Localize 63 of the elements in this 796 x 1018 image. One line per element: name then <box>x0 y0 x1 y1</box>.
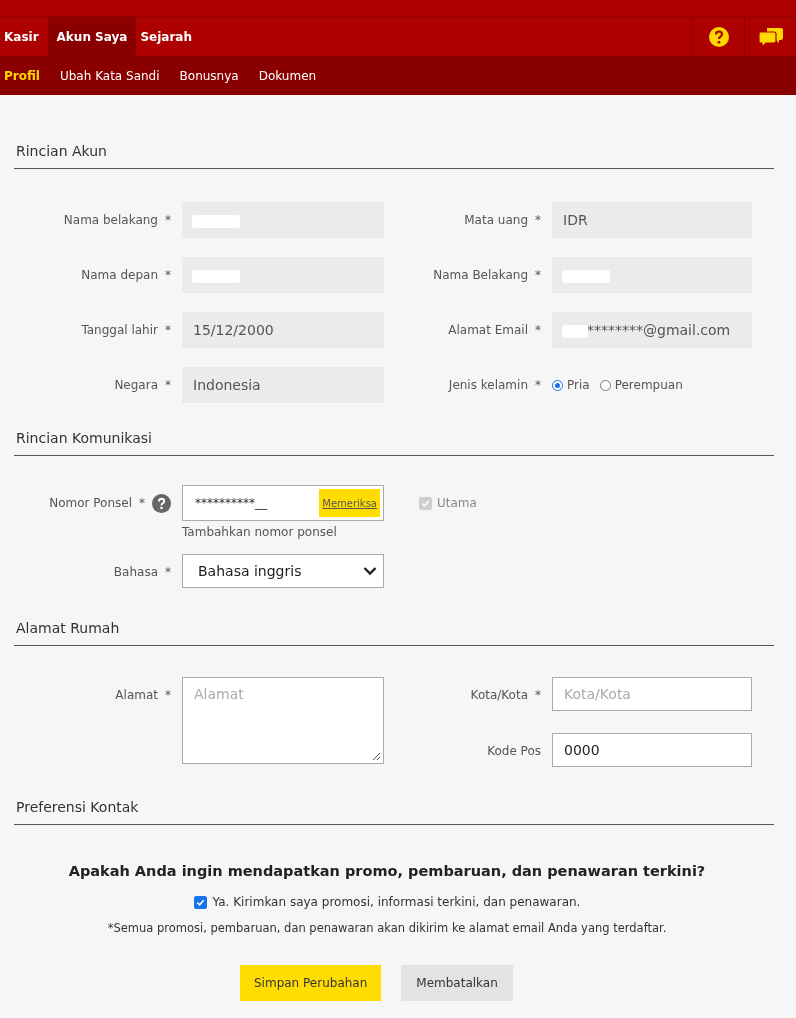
postcode-field[interactable]: 0000 <box>552 733 752 767</box>
section-title: Rincian Komunikasi <box>14 430 774 456</box>
sub-tab[interactable]: Dokumen <box>258 68 317 83</box>
required-mark: * <box>165 323 171 337</box>
help-icon[interactable] <box>152 493 171 513</box>
chevron-down-icon <box>363 566 377 576</box>
radio-label: Pria <box>567 378 590 392</box>
required-mark: * <box>139 496 145 510</box>
sub-tab[interactable]: Bonusnya <box>179 68 239 83</box>
chat-icon <box>757 25 784 48</box>
nav-tab[interactable]: Sejarah <box>136 17 201 56</box>
required-mark: * <box>165 268 171 282</box>
resize-handle-icon <box>372 752 381 761</box>
consent-checkbox[interactable] <box>193 895 207 909</box>
consent-note: *Semua promosi, pembaruan, dan penawaran akan dikirim ke alamat email Anda yang terdaftar. <box>106 921 668 935</box>
field-label: Nama depan <box>81 268 158 282</box>
radio-button[interactable] <box>552 379 563 391</box>
nav-tab[interactable]: Kasir <box>0 17 48 56</box>
sub-tab[interactable]: Ubah Kata Sandi <box>59 68 160 83</box>
field-label: Kota/Kota <box>470 688 528 702</box>
field-label: Mata uang <box>464 213 528 227</box>
help-icon <box>707 25 730 48</box>
required-mark: * <box>165 565 171 579</box>
readonly-field[interactable]: ********@gmail.com <box>552 312 752 348</box>
required-mark: * <box>165 378 171 392</box>
field-label: Nama Belakang <box>433 268 528 282</box>
language-select[interactable]: Bahasa inggris <box>182 554 384 588</box>
section-title: Rincian Akun <box>14 143 774 169</box>
radio-label: Perempuan <box>614 378 683 392</box>
required-mark: * <box>535 268 541 282</box>
readonly-field[interactable]: IDR <box>552 202 752 238</box>
required-mark: * <box>535 688 541 702</box>
cancel-button[interactable]: Membatalkan <box>401 965 513 1001</box>
readonly-field[interactable]: 15/12/2000 <box>182 312 384 348</box>
required-mark: * <box>535 323 541 337</box>
field-label: Nama belakang <box>63 213 158 227</box>
verify-link[interactable]: Memeriksa <box>319 489 380 517</box>
field-label: Alamat Email <box>448 323 528 337</box>
field-label: Nomor Ponsel <box>49 496 132 510</box>
nav-tab[interactable]: Akun Saya <box>47 17 137 56</box>
field-label: Bahasa <box>113 565 158 579</box>
required-mark: * <box>165 688 171 702</box>
save-button[interactable]: Simpan Perubahan <box>240 965 382 1001</box>
section-title: Preferensi Kontak <box>14 799 774 825</box>
field-label: Jenis kelamin <box>448 378 528 392</box>
required-mark: * <box>165 213 171 227</box>
phone-field[interactable]: **********__ Memeriksa <box>182 485 384 521</box>
check-icon <box>421 498 430 508</box>
required-mark: * <box>535 213 541 227</box>
field-label: Tanggal lahir <box>81 323 158 337</box>
checkbox-label: Utama <box>437 496 477 510</box>
field-hint: Tambahkan nomor ponsel <box>182 525 338 539</box>
promo-question: Apakah Anda ingin mendapatkan promo, pembaruan, dan penawaran terkini? <box>67 863 707 879</box>
sub-tab[interactable]: Profil <box>4 68 40 83</box>
field-label: Negara <box>114 378 158 392</box>
section-title: Alamat Rumah <box>14 620 774 646</box>
check-icon <box>195 897 205 907</box>
required-mark: * <box>535 378 541 392</box>
consent-label: Ya. Kirimkan saya promosi, informasi terkini, dan penawaran. <box>212 895 581 909</box>
readonly-field[interactable]: Indonesia <box>182 367 384 403</box>
field-label: Kode Pos <box>487 744 541 758</box>
field-label: Alamat <box>115 688 158 702</box>
radio-button[interactable] <box>599 379 611 391</box>
